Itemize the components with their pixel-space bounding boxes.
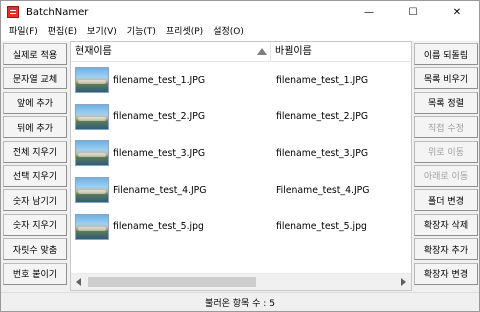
- close-icon: ✕: [452, 6, 462, 18]
- menu-tools[interactable]: 기능(T): [122, 23, 161, 41]
- new-name: filename_test_5.jpg: [276, 221, 367, 233]
- column-new-name-label: 바뀔이름: [275, 46, 312, 57]
- maximize-icon: ☐: [408, 6, 418, 18]
- remove-numbers-button[interactable]: 숫자 지우기: [3, 213, 67, 236]
- app-window: BatchNamer — ☐ ✕ 파일(F) 편집(E) 보기(V) 기능(T)…: [0, 0, 480, 312]
- pad-digits-button[interactable]: 자릿수 맞춤: [3, 238, 67, 261]
- append-button[interactable]: 뒤에 추가: [3, 116, 67, 139]
- keep-numbers-button[interactable]: 숫자 남기기: [3, 189, 67, 212]
- status-text: 불러온 항목 수 : 5: [205, 298, 275, 309]
- title-bar[interactable]: BatchNamer — ☐ ✕: [1, 1, 479, 23]
- menu-presets[interactable]: 프리셋(P): [161, 23, 208, 41]
- scrollbar-thumb[interactable]: [88, 277, 256, 287]
- close-button[interactable]: ✕: [435, 1, 479, 23]
- clear-list-button[interactable]: 목록 비우기: [414, 67, 478, 90]
- new-name: filename_test_2.JPG: [276, 111, 369, 123]
- revert-names-button[interactable]: 이름 되돌림: [414, 43, 478, 65]
- list-item[interactable]: filename_test_2.JPG filename_test_2.JPG: [71, 99, 411, 136]
- current-name: filename_test_5.jpg: [113, 221, 204, 233]
- sort-list-button[interactable]: 목록 정렬: [414, 91, 478, 114]
- move-down-button[interactable]: 아래로 이동: [414, 164, 478, 187]
- apply-button[interactable]: 실제로 적용: [3, 43, 67, 65]
- minimize-icon: —: [364, 6, 374, 18]
- clear-all-button[interactable]: 전체 지우기: [3, 140, 67, 163]
- new-name: filename_test_3.JPG: [276, 147, 369, 159]
- menu-edit[interactable]: 편집(E): [43, 23, 82, 41]
- file-list[interactable]: 현재이름 바뀔이름 filename_test_1.JPG filename_t…: [70, 41, 412, 291]
- column-current-name-label: 현재이름: [75, 46, 112, 57]
- change-extension-button[interactable]: 확장자 변경: [414, 262, 478, 285]
- minimize-button[interactable]: —: [347, 1, 391, 23]
- right-button-panel: 이름 되돌림 목록 비우기 목록 정렬 직접 수정 위로 이동 아래로 이동 폴…: [414, 43, 478, 287]
- list-item[interactable]: filename_test_1.JPG filename_test_1.JPG: [71, 62, 411, 99]
- add-extension-button[interactable]: 확장자 추가: [414, 238, 478, 261]
- list-item[interactable]: filename_test_5.jpg filename_test_5.jpg: [71, 208, 411, 245]
- menu-view[interactable]: 보기(V): [82, 23, 122, 41]
- move-up-button[interactable]: 위로 이동: [414, 140, 478, 163]
- status-bar: 불러온 항목 수 : 5: [1, 292, 479, 311]
- image-thumbnail: [75, 177, 109, 204]
- scroll-left-icon[interactable]: [76, 278, 81, 286]
- left-button-panel: 실제로 적용 문자열 교체 앞에 추가 뒤에 추가 전체 지우기 선택 지우기 …: [3, 43, 67, 287]
- current-name: filename_test_2.JPG: [113, 111, 206, 123]
- image-thumbnail: [75, 213, 109, 240]
- list-header: 현재이름 바뀔이름: [71, 42, 411, 62]
- image-thumbnail: [75, 103, 109, 130]
- horizontal-scrollbar[interactable]: [71, 273, 411, 290]
- list-item[interactable]: filename_test_3.JPG filename_test_3.JPG: [71, 135, 411, 172]
- current-name: Filename_test_4.JPG: [113, 184, 207, 196]
- sort-up-icon: [257, 48, 267, 55]
- maximize-button[interactable]: ☐: [391, 1, 435, 23]
- column-new-name[interactable]: 바뀔이름: [271, 42, 411, 62]
- menu-bar: 파일(F) 편집(E) 보기(V) 기능(T) 프리셋(P) 설정(O): [1, 23, 479, 41]
- replace-string-button[interactable]: 문자열 교체: [3, 67, 67, 90]
- window-controls: — ☐ ✕: [347, 1, 479, 23]
- menu-settings[interactable]: 설정(O): [208, 23, 249, 41]
- app-list-icon: [7, 6, 19, 18]
- scroll-right-icon[interactable]: [401, 278, 406, 286]
- new-name: filename_test_1.JPG: [276, 74, 369, 86]
- image-thumbnail: [75, 140, 109, 167]
- current-name: filename_test_1.JPG: [113, 74, 206, 86]
- prepend-button[interactable]: 앞에 추가: [3, 91, 67, 114]
- change-folder-button[interactable]: 폴더 변경: [414, 189, 478, 212]
- new-name: Filename_test_4.JPG: [276, 184, 370, 196]
- window-title: BatchNamer: [26, 6, 89, 18]
- remove-extension-button[interactable]: 확장자 삭제: [414, 213, 478, 236]
- column-current-name[interactable]: 현재이름: [71, 42, 271, 62]
- edit-directly-button[interactable]: 직접 수정: [414, 116, 478, 139]
- menu-file[interactable]: 파일(F): [4, 23, 43, 41]
- current-name: filename_test_3.JPG: [113, 147, 206, 159]
- list-item[interactable]: Filename_test_4.JPG Filename_test_4.JPG: [71, 172, 411, 209]
- add-numbering-button[interactable]: 번호 붙이기: [3, 262, 67, 285]
- clear-selected-button[interactable]: 선택 지우기: [3, 164, 67, 187]
- image-thumbnail: [75, 67, 109, 94]
